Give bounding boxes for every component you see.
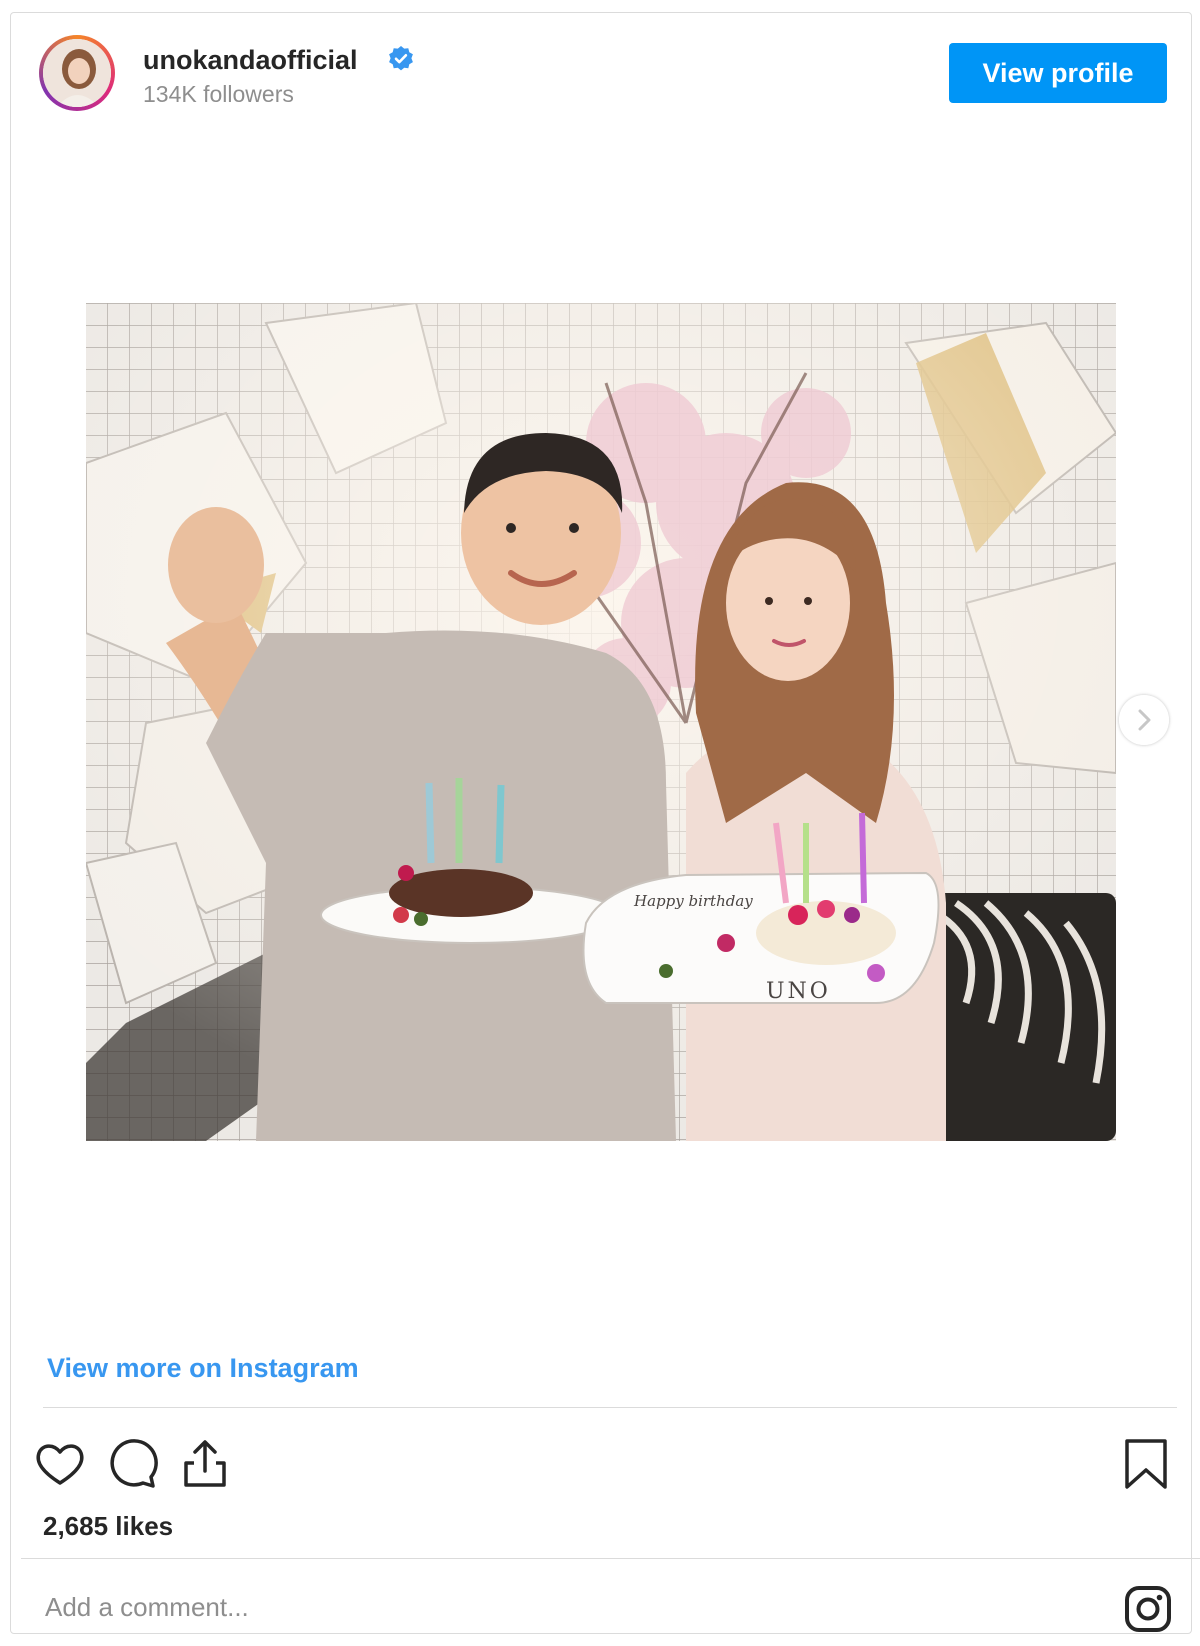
plate-text-happy-birthday: Happy birthday <box>633 892 753 910</box>
divider <box>43 1407 1177 1408</box>
comment-input[interactable] <box>43 1581 1047 1633</box>
share-icon[interactable] <box>176 1435 234 1493</box>
view-profile-button[interactable]: View profile <box>949 43 1167 103</box>
instagram-logo-icon[interactable] <box>1123 1584 1173 1634</box>
bookmark-icon[interactable] <box>1117 1435 1175 1493</box>
verified-badge-icon <box>389 46 413 71</box>
heart-icon[interactable] <box>31 1435 89 1493</box>
divider <box>21 1558 1200 1559</box>
like-count: 2,685 likes <box>43 1511 174 1541</box>
username[interactable]: unokandaofficial <box>143 45 358 76</box>
post-photo[interactable]: Happy birthday UNO <box>86 303 1116 1141</box>
plate-text-uno: UNO <box>766 979 831 1004</box>
next-photo-button[interactable] <box>1119 695 1169 745</box>
view-more-link[interactable]: View more on Instagram <box>47 1353 359 1384</box>
avatar-image <box>43 39 111 107</box>
instagram-embed-card: unokandaofficial 134K followers View pro… <box>10 12 1200 1634</box>
chevron-right-icon <box>1138 709 1151 731</box>
avatar[interactable] <box>39 35 115 111</box>
follower-count: 134K followers <box>143 81 294 107</box>
comment-bubble-icon[interactable] <box>103 1435 161 1493</box>
